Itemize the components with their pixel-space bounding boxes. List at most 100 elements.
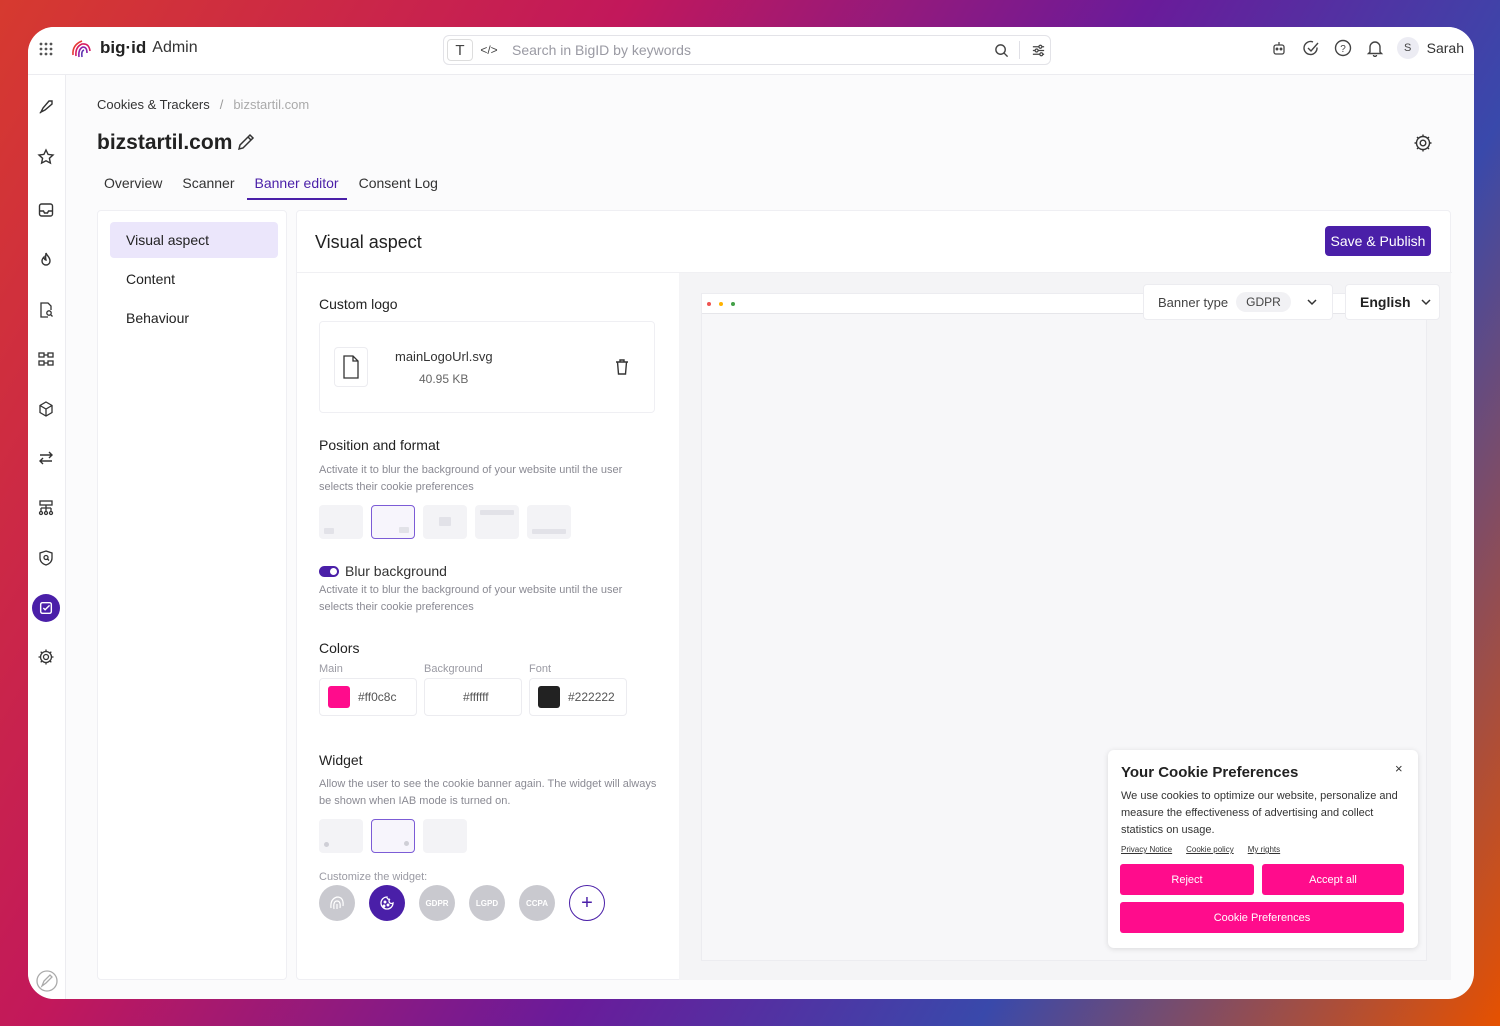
save-publish-button[interactable]: Save & Publish xyxy=(1325,226,1431,256)
cookie-banner-preview: Your Cookie Preferences × We use cookies… xyxy=(1108,750,1418,948)
brand-logo[interactable]: big·id Admin xyxy=(70,37,198,59)
position-option-bottom-left[interactable] xyxy=(319,505,363,539)
color-main-swatch xyxy=(328,686,350,708)
cookie-icon[interactable] xyxy=(369,885,405,921)
assistant-bot-icon[interactable] xyxy=(1269,38,1289,58)
search-input[interactable]: Search in BigID by keywords xyxy=(512,42,989,58)
position-option-bottom-bar[interactable] xyxy=(527,505,571,539)
nav-content[interactable]: Content xyxy=(110,261,278,297)
panel-title: Visual aspect xyxy=(315,232,422,252)
widget-option-none[interactable] xyxy=(423,819,467,853)
ccpa-badge[interactable]: CCPA xyxy=(519,885,555,921)
delete-trash-icon[interactable] xyxy=(612,357,632,377)
breadcrumb-parent-link[interactable]: Cookies & Trackers xyxy=(97,97,210,112)
left-nav-rail xyxy=(28,75,66,999)
text-search-mode-button[interactable]: T xyxy=(447,39,473,61)
color-main-label: Main xyxy=(319,663,343,675)
language-value: English xyxy=(1360,294,1411,310)
banner-type-label: Banner type xyxy=(1158,294,1229,310)
privacy-notice-link[interactable]: Privacy Notice xyxy=(1121,845,1172,854)
tab-consent-log[interactable]: Consent Log xyxy=(351,175,446,200)
transfer-arrows-icon[interactable] xyxy=(33,445,59,471)
color-background-picker[interactable]: #ffffff xyxy=(424,678,522,716)
apps-grid-icon[interactable] xyxy=(38,41,54,57)
notifications-bell-icon[interactable] xyxy=(1365,38,1385,58)
file-icon xyxy=(334,347,368,387)
rocket-icon[interactable] xyxy=(33,94,59,120)
fingerprint-icon[interactable] xyxy=(319,885,355,921)
color-font-swatch xyxy=(538,686,560,708)
flame-icon[interactable] xyxy=(33,247,59,273)
color-font-value: #222222 xyxy=(568,690,615,704)
close-icon[interactable]: × xyxy=(1395,761,1403,776)
cookie-policy-link[interactable]: Cookie policy xyxy=(1186,845,1234,854)
color-font-label: Font xyxy=(529,663,552,675)
gdpr-badge[interactable]: GDPR xyxy=(419,885,455,921)
lgpd-badge[interactable]: LGPD xyxy=(469,885,505,921)
preview-browser-window: Your Cookie Preferences × We use cookies… xyxy=(701,293,1427,961)
nav-behaviour[interactable]: Behaviour xyxy=(110,300,278,336)
code-search-mode-button[interactable]: </> xyxy=(476,39,502,61)
blur-background-toggle[interactable] xyxy=(319,566,339,577)
edit-pencil-icon[interactable] xyxy=(236,132,256,152)
page-title: bizstartil.com xyxy=(97,131,233,154)
user-name[interactable]: Sarah xyxy=(1427,40,1464,56)
breadcrumb-current: bizstartil.com xyxy=(233,97,310,112)
position-options xyxy=(319,505,571,539)
app-window: big·id Admin T </> Search in BigID by ke… xyxy=(28,27,1474,999)
bigid-logo-icon xyxy=(72,40,91,58)
color-main-picker[interactable]: #ff0c8c xyxy=(319,678,417,716)
consent-check-icon[interactable] xyxy=(32,594,60,622)
visual-settings-form: Custom logo mainLogoUrl.svg 40.95 KB Pos… xyxy=(297,273,679,980)
position-format-title: Position and format xyxy=(319,437,440,453)
editor-section-nav: Visual aspect Content Behaviour xyxy=(97,210,287,980)
document-search-icon[interactable] xyxy=(33,297,59,323)
banner-type-select[interactable]: Banner type GDPR xyxy=(1143,284,1333,320)
color-font-picker[interactable]: #222222 xyxy=(529,678,627,716)
cookie-banner-text: We use cookies to optimize our website, … xyxy=(1121,790,1398,836)
settings-gear-icon[interactable] xyxy=(33,644,59,670)
pen-icon[interactable] xyxy=(34,970,60,992)
add-widget-icon-button[interactable]: + xyxy=(569,885,605,921)
top-bar: big·id Admin T </> Search in BigID by ke… xyxy=(28,27,1474,75)
global-search: T </> Search in BigID by keywords xyxy=(443,35,1051,65)
tasks-check-icon[interactable] xyxy=(1301,38,1321,58)
visual-aspect-panel: Visual aspect Save & Publish Custom logo… xyxy=(296,210,1452,980)
search-icon[interactable] xyxy=(989,39,1013,61)
color-background-label: Background xyxy=(424,663,483,675)
nav-visual-aspect[interactable]: Visual aspect xyxy=(110,222,278,258)
reject-button[interactable]: Reject xyxy=(1120,864,1254,895)
cookie-banner-links: Privacy Notice Cookie policy My rights xyxy=(1121,845,1280,854)
tab-overview[interactable]: Overview xyxy=(96,175,170,200)
cube-icon[interactable] xyxy=(33,396,59,422)
org-hierarchy-icon[interactable] xyxy=(33,495,59,521)
data-mapping-icon[interactable] xyxy=(33,346,59,372)
widget-option-left[interactable] xyxy=(319,819,363,853)
user-avatar[interactable]: S xyxy=(1396,37,1419,59)
help-icon[interactable]: ? xyxy=(1333,38,1353,58)
customize-widget-label: Customize the widget: xyxy=(319,871,428,883)
widget-option-right[interactable] xyxy=(371,819,415,853)
breadcrumb-separator: / xyxy=(219,97,224,112)
cookie-preferences-button[interactable]: Cookie Preferences xyxy=(1120,902,1404,933)
star-icon[interactable] xyxy=(33,144,59,170)
widget-desc: Allow the user to see the cookie banner … xyxy=(319,778,657,807)
language-select[interactable]: English xyxy=(1345,284,1440,320)
accept-all-button[interactable]: Accept all xyxy=(1262,864,1404,895)
position-option-top-bar[interactable] xyxy=(475,505,519,539)
color-main-value: #ff0c8c xyxy=(358,690,397,704)
page-settings-gear-icon[interactable] xyxy=(1413,133,1433,153)
browser-maximize-dot xyxy=(731,302,735,306)
inbox-icon[interactable] xyxy=(33,197,59,223)
tab-banner-editor[interactable]: Banner editor xyxy=(246,175,347,200)
my-rights-link[interactable]: My rights xyxy=(1248,845,1280,854)
app-title: Admin xyxy=(152,39,198,56)
logo-file-name: mainLogoUrl.svg xyxy=(395,349,493,364)
filter-icon[interactable] xyxy=(1026,39,1050,61)
position-option-bottom-right[interactable] xyxy=(371,505,415,539)
browser-close-dot xyxy=(707,302,711,306)
svg-text:?: ? xyxy=(1340,44,1346,55)
shield-search-icon[interactable] xyxy=(33,545,59,571)
tab-scanner[interactable]: Scanner xyxy=(174,175,242,200)
position-option-center[interactable] xyxy=(423,505,467,539)
